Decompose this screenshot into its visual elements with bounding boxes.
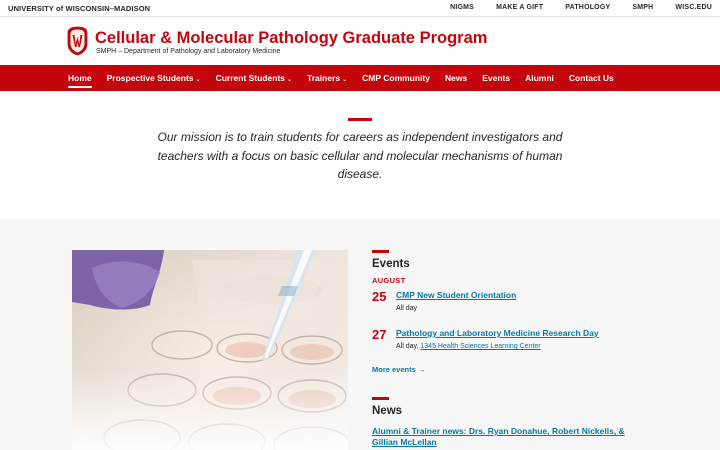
news-heading: News: [372, 405, 403, 417]
chevron-down-icon: ⌄: [195, 77, 201, 83]
nav-item-current-students[interactable]: Current Students ⌄: [216, 73, 292, 83]
main-nav: Home Prospective Students ⌄ Current Stude…: [0, 65, 720, 91]
lab-pipette-photo: [72, 250, 348, 450]
chevron-down-icon: ⌄: [342, 77, 348, 83]
nav-item-home[interactable]: Home: [68, 73, 92, 88]
mission-statement: Our mission is to train students for car…: [157, 130, 563, 181]
utility-link-smph[interactable]: SMPH: [632, 4, 653, 11]
utility-link-nigms[interactable]: NIGMS: [450, 4, 474, 11]
site-subtitle[interactable]: SMPH – Department of Pathology and Labor…: [96, 48, 280, 55]
nav-label: Contact Us: [568, 73, 614, 83]
chevron-down-icon: ⌄: [287, 77, 293, 83]
nav-item-trainers[interactable]: Trainers ⌄: [307, 73, 347, 83]
nav-label: Home: [68, 73, 92, 83]
nav-item-cmp-community[interactable]: CMP Community: [362, 73, 430, 83]
nav-label: Trainers: [307, 73, 341, 83]
utility-link-make-a-gift[interactable]: MAKE A GIFT: [496, 4, 543, 11]
events-month: AUGUST: [372, 276, 406, 285]
content-section: Events AUGUST 25 CMP New Student Orienta…: [0, 218, 720, 450]
nav-label: Events: [482, 73, 511, 83]
event-time: All day: [396, 305, 418, 312]
nav-label: Alumni: [525, 73, 554, 83]
news-accent-bar: [372, 397, 389, 400]
nav-label: News: [445, 73, 468, 83]
uw-crest-logo[interactable]: [67, 26, 88, 56]
event-time: All day,: [396, 343, 421, 350]
utility-link-wisc-edu[interactable]: WISC.EDU: [675, 4, 712, 11]
nav-item-alumni[interactable]: Alumni: [525, 73, 554, 83]
event-day: 25: [372, 289, 387, 304]
nav-label: Prospective Students: [106, 73, 194, 83]
nav-label: CMP Community: [362, 73, 430, 83]
event-location-link[interactable]: 1345 Health Sciences Learning Center: [420, 343, 540, 350]
event-item: 27 Pathology and Laboratory Medicine Res…: [372, 327, 642, 361]
nav-item-news[interactable]: News: [445, 73, 467, 83]
event-item: 25 CMP New Student Orientation All day: [372, 289, 642, 323]
utility-bar: UNIVERSITY of WISCONSIN–MADISON NIGMS MA…: [0, 0, 720, 17]
event-meta: All day: [396, 305, 417, 312]
news-item-link[interactable]: Alumni & Trainer news: Drs. Ryan Donahue…: [372, 426, 637, 448]
sidebar: Events AUGUST 25 CMP New Student Orienta…: [372, 250, 642, 448]
nav-item-events[interactable]: Events: [482, 73, 510, 83]
site-title[interactable]: Cellular & Molecular Pathology Graduate …: [95, 29, 487, 48]
nav-label: Current Students: [215, 73, 285, 83]
nav-item-contact-us[interactable]: Contact Us: [569, 73, 614, 83]
university-link[interactable]: UNIVERSITY of WISCONSIN–MADISON: [8, 4, 150, 13]
mission-section: Our mission is to train students for car…: [0, 91, 720, 218]
event-meta: All day, 1345 Health Sciences Learning C…: [396, 343, 541, 350]
event-title-link[interactable]: CMP New Student Orientation: [396, 290, 516, 300]
mission-accent-bar: [348, 118, 372, 121]
nav-item-prospective-students[interactable]: Prospective Students ⌄: [107, 73, 201, 83]
event-day: 27: [372, 327, 387, 342]
events-heading: Events: [372, 258, 410, 270]
more-events-link[interactable]: More events →: [372, 365, 642, 374]
event-title-link[interactable]: Pathology and Laboratory Medicine Resear…: [396, 328, 599, 338]
events-accent-bar: [372, 250, 389, 253]
utility-link-pathology[interactable]: PATHOLOGY: [565, 4, 610, 11]
utility-links: NIGMS MAKE A GIFT PATHOLOGY SMPH WISC.ED…: [428, 4, 712, 11]
